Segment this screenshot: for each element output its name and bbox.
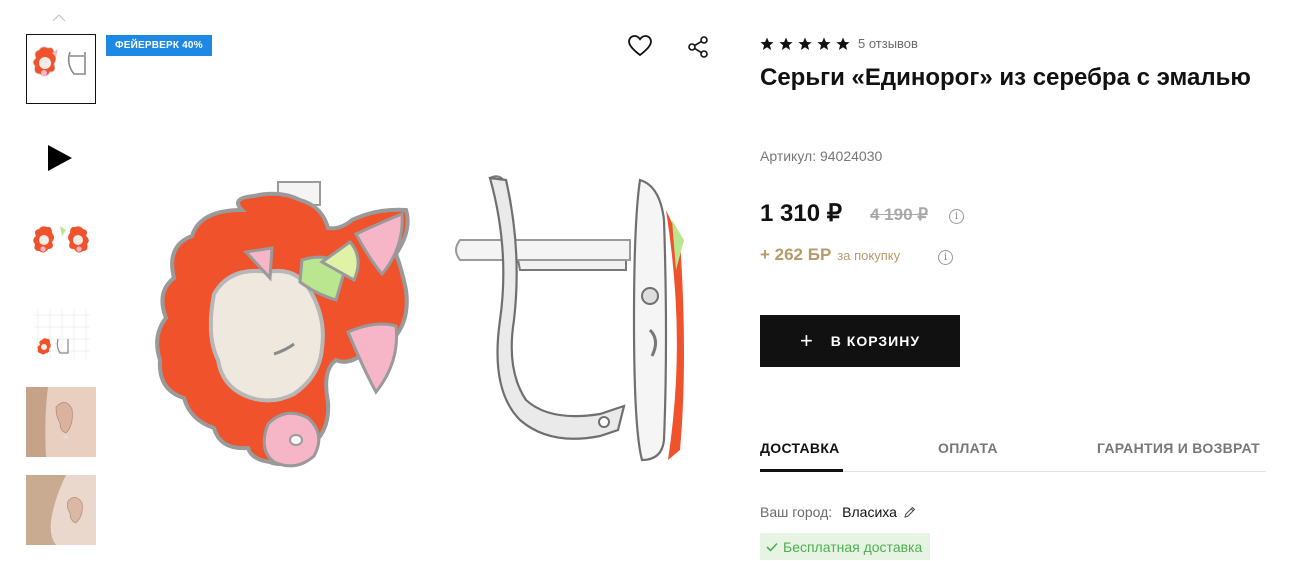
star-icon xyxy=(817,37,831,50)
star-icon xyxy=(798,37,812,50)
product-sku: Артикул: 94024030 xyxy=(760,148,883,164)
current-price: 1 310 ₽ xyxy=(760,200,842,227)
thumbnail-earrings-front[interactable] xyxy=(26,34,96,104)
free-delivery-text: Бесплатная доставка xyxy=(783,538,923,555)
price-info-icon[interactable]: i xyxy=(949,209,964,224)
plus-icon: + xyxy=(799,328,813,353)
reviews-link[interactable]: 5 отзывов xyxy=(858,36,918,51)
star-icon xyxy=(779,37,793,50)
old-price: 4 190 ₽ xyxy=(870,205,929,224)
bonus-points: + 262 БР за покупку xyxy=(760,245,900,265)
play-video-icon[interactable] xyxy=(48,145,72,171)
earring-thumbnail-image xyxy=(32,46,86,77)
check-icon xyxy=(766,542,778,552)
info-tabs: ДОСТАВКА ОПЛАТА ГАРАНТИЯ И ВОЗВРАТ xyxy=(760,430,1266,472)
star-icon xyxy=(836,37,850,50)
tab-payment[interactable]: ОПЛАТА xyxy=(938,440,998,456)
add-to-cart-button[interactable]: + В КОРЗИНУ xyxy=(760,315,960,367)
favorite-button[interactable] xyxy=(626,32,654,60)
earrings-pair-thumbnail-image xyxy=(33,226,89,253)
model-ear-thumbnail-image xyxy=(26,475,96,545)
tab-warranty-return[interactable]: ГАРАНТИЯ И ВОЗВРАТ xyxy=(1097,440,1260,456)
add-to-cart-label: В КОРЗИНУ xyxy=(830,333,921,349)
thumbnail-earrings-grid[interactable] xyxy=(26,298,96,368)
active-tab-indicator xyxy=(760,469,843,472)
promo-badge: ФЕЙЕРВЕРК 40% xyxy=(106,35,212,56)
product-title: Серьги «Единорог» из серебра с эмалью xyxy=(760,64,1251,91)
bonus-text: за покупку xyxy=(837,248,901,263)
bonus-info-icon[interactable]: i xyxy=(938,250,953,265)
heart-icon xyxy=(628,35,652,57)
pencil-icon[interactable] xyxy=(903,506,916,519)
product-main-image[interactable] xyxy=(150,170,710,490)
model-ear-thumbnail-image xyxy=(26,387,96,457)
star-icon xyxy=(760,37,774,50)
thumbnail-model-ear-1[interactable] xyxy=(26,387,96,457)
thumbnail-model-ear-2[interactable] xyxy=(26,475,96,545)
chevron-up-icon[interactable] xyxy=(52,14,66,22)
tab-delivery[interactable]: ДОСТАВКА xyxy=(760,440,840,456)
bonus-amount: + 262 БР xyxy=(760,245,832,264)
rating[interactable]: 5 отзывов xyxy=(760,36,918,51)
city-selector: Ваш город: Власиха xyxy=(760,504,916,520)
earrings-grid-thumbnail-image xyxy=(34,309,90,359)
city-label: Ваш город: xyxy=(760,504,833,520)
free-delivery-badge: Бесплатная доставка xyxy=(760,533,931,560)
thumbnail-earrings-pair[interactable] xyxy=(26,209,96,279)
share-button[interactable] xyxy=(684,33,712,61)
city-value[interactable]: Власиха xyxy=(842,504,897,520)
share-icon xyxy=(688,36,708,58)
